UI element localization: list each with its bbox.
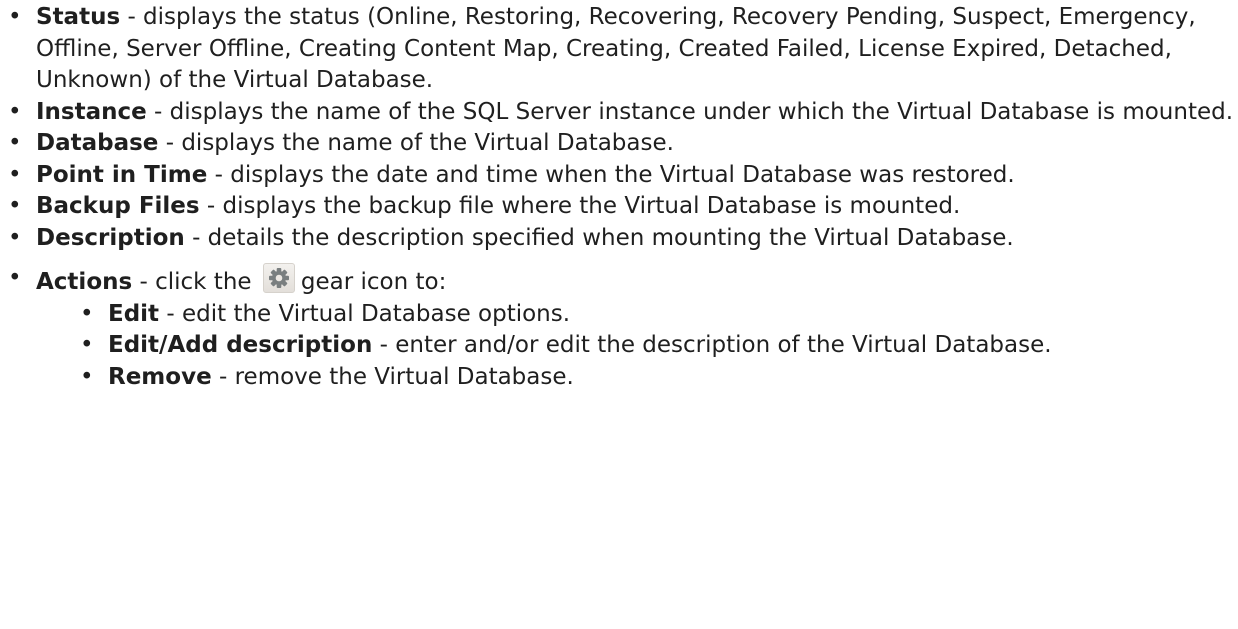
term-actions: Actions (36, 269, 133, 295)
term-description: Description (36, 224, 185, 251)
list-item-instance: Instance - displays the name of the SQL … (0, 97, 1238, 129)
column-description-list: Status - displays the status (Online, Re… (0, 2, 1238, 393)
list-item-database: Database - displays the name of the Virt… (0, 128, 1238, 160)
description-point-in-time: - displays the date and time when the Vi… (207, 161, 1015, 188)
list-item-status: Status - displays the status (Online, Re… (0, 2, 1238, 97)
actions-text-before: - click the (132, 269, 259, 295)
description-status: - displays the status (Online, Restoring… (36, 4, 1196, 93)
term-instance: Instance (36, 98, 147, 125)
gear-icon (262, 263, 295, 293)
description-backup-files: - displays the backup file where the Vir… (199, 193, 961, 219)
description-edit-add-description: - enter and/or edit the description of t… (372, 332, 1052, 358)
term-point-in-time: Point in Time (36, 161, 208, 188)
description-database: - displays the name of the Virtual Datab… (158, 130, 674, 156)
term-status: Status (36, 4, 121, 30)
list-item-point-in-time: Point in Time - displays the date and ti… (0, 160, 1238, 192)
actions-sub-list: Edit - edit the Virtual Database options… (36, 299, 1238, 394)
actions-text-after: gear icon to: (300, 269, 447, 295)
term-edit-add-description: Edit/Add description (108, 332, 373, 358)
sub-item-remove: Remove - remove the Virtual Database. (72, 362, 1238, 394)
sub-item-edit: Edit - edit the Virtual Database options… (72, 299, 1238, 331)
description-edit: - edit the Virtual Database options. (159, 300, 571, 327)
term-database: Database (36, 130, 159, 156)
description-description: - details the description specified when… (184, 224, 1014, 251)
term-remove: Remove (108, 363, 212, 390)
list-item-actions: Actions - click the (0, 263, 1238, 393)
term-edit: Edit (108, 300, 160, 327)
sub-item-edit-add-description: Edit/Add description - enter and/or edit… (72, 330, 1238, 362)
document-body: Status - displays the status (Online, Re… (0, 0, 1238, 393)
description-remove: - remove the Virtual Database. (211, 363, 574, 390)
description-instance: - displays the name of the SQL Server in… (146, 98, 1234, 125)
term-backup-files: Backup Files (36, 193, 200, 219)
list-item-description: Description - details the description sp… (0, 223, 1238, 255)
list-item-backup-files: Backup Files - displays the backup file … (0, 191, 1238, 223)
